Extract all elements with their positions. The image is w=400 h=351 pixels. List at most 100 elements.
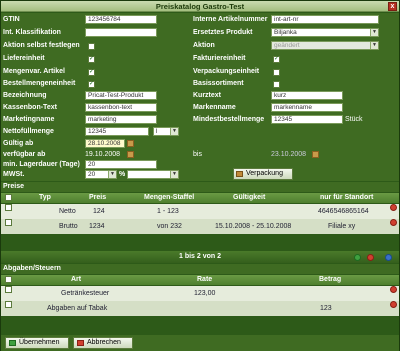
basis-checkbox[interactable]: [273, 81, 280, 88]
product-form: GTIN 123456784 Int. Klassifikation Aktio…: [1, 13, 399, 181]
abgaben-table-empty-area: [1, 316, 399, 335]
netto-unit-select[interactable]: l ▼: [153, 127, 179, 136]
mindest-unit: Stück: [345, 116, 363, 123]
verfuegbar-value: 19.10.2008: [85, 151, 121, 158]
close-icon[interactable]: x: [388, 2, 397, 11]
bestellmenge-checkbox[interactable]: ✓: [88, 81, 95, 88]
verfuegbar-label: verfügbar ab: [3, 151, 46, 158]
col-betrag[interactable]: Betrag: [319, 275, 341, 285]
lagerdauer-label: min. Lagerdauer (Tage): [3, 161, 80, 168]
ersetztes-select[interactable]: Biljanka ▼: [271, 28, 379, 37]
dialog-footer: Übernehmen Abbrechen: [1, 335, 399, 351]
kassenbon-label: Kassenbon-Text: [3, 104, 57, 111]
bis-value: 23.10.2008: [271, 151, 307, 158]
col-art[interactable]: Art: [71, 275, 81, 285]
interne-field[interactable]: int-art-nr: [271, 15, 379, 24]
lagerdauer-field[interactable]: 20: [85, 160, 157, 169]
cell-staffel: 1 - 123: [157, 208, 179, 215]
bezeichnung-label: Bezeichnung: [3, 92, 47, 99]
abbrechen-button[interactable]: Abbrechen: [73, 337, 133, 349]
info-icon[interactable]: [385, 254, 392, 261]
cell-preis: 124: [93, 208, 105, 215]
liefereinheit-label: Liefereinheit: [3, 55, 45, 62]
liefereinheit-checkbox[interactable]: ✓: [88, 56, 95, 63]
aktion-label: Aktion: [193, 42, 215, 49]
col-rate[interactable]: Rate: [197, 275, 212, 285]
col-typ[interactable]: Typ: [39, 193, 51, 203]
col-gueltig[interactable]: Gültigkeit: [233, 193, 265, 203]
abbrechen-label: Abbrechen: [87, 339, 121, 346]
cell-rate: 123,00: [194, 290, 216, 297]
chevron-down-icon: ▼: [370, 42, 378, 49]
mwst-select[interactable]: 20 ▼: [85, 170, 117, 179]
calendar-icon[interactable]: [312, 151, 319, 158]
cell-typ: Brutto: [59, 223, 78, 230]
mwst-type-select[interactable]: ▼: [127, 170, 179, 179]
uebernehmen-label: Übernehmen: [19, 339, 60, 346]
row-checkbox[interactable]: [5, 301, 12, 308]
netto-field[interactable]: 12345: [85, 127, 149, 136]
ersetztes-value: Biljanka: [274, 29, 297, 36]
mindest-field[interactable]: 12345: [271, 115, 343, 124]
preise-pager: 1 bis 2 von 2: [1, 251, 399, 263]
delete-icon[interactable]: [390, 219, 397, 226]
aktion-select[interactable]: geändert ▼: [271, 41, 379, 50]
netto-label: Nettofüllmenge: [3, 128, 54, 135]
add-icon[interactable]: [354, 254, 361, 261]
calendar-icon[interactable]: [127, 151, 134, 158]
aktion-value: geändert: [274, 42, 300, 49]
table-row[interactable]: Brutto 1234 von 232 15.10.2008 - 25.10.2…: [1, 219, 399, 234]
mwst-value: 20: [88, 171, 96, 178]
calendar-icon[interactable]: [127, 140, 134, 147]
delete-icon[interactable]: [367, 254, 374, 261]
select-all-checkbox[interactable]: [5, 276, 12, 283]
uebernehmen-button[interactable]: Übernehmen: [5, 337, 69, 349]
window-title: Preiskatalog Gastro-Test x: [1, 1, 399, 12]
cancel-icon: [77, 340, 84, 346]
verpackung-button[interactable]: Verpackung: [233, 168, 293, 180]
table-row[interactable]: Netto 124 1 - 123 4646546865164: [1, 204, 399, 219]
delete-icon[interactable]: [390, 301, 397, 308]
kurztext-field[interactable]: kurz: [271, 91, 343, 100]
mengenvar-label: Mengenvar. Artikel: [3, 68, 65, 75]
table-row[interactable]: Getränkesteuer 123,00: [1, 286, 399, 301]
col-staffel[interactable]: Mengen-Staffel: [144, 193, 194, 203]
gtin-field[interactable]: 123456784: [85, 15, 157, 24]
table-row[interactable]: Abgaben auf Tabak 123: [1, 301, 399, 316]
mindest-label: Mindestbestellmenge: [193, 116, 265, 123]
chevron-down-icon: ▼: [370, 29, 378, 36]
preise-table-header: Typ Preis Mengen-Staffel Gültigkeit nur …: [1, 193, 399, 203]
chevron-down-icon: ▼: [170, 171, 178, 178]
bezeichnung-field[interactable]: Pricat-Test-Produkt: [85, 91, 157, 100]
row-checkbox[interactable]: [5, 204, 12, 211]
int-klass-label: Int. Klassifikation: [3, 29, 61, 36]
delete-icon[interactable]: [390, 286, 397, 293]
cell-gueltig: 15.10.2008 - 25.10.2008: [215, 223, 292, 230]
mwst-unit: %: [119, 171, 126, 178]
marken-field[interactable]: markenname: [271, 103, 343, 112]
fakturier-checkbox[interactable]: ✓: [273, 56, 280, 63]
netto-unit-value: l: [156, 128, 158, 135]
cell-art: Abgaben auf Tabak: [47, 305, 108, 312]
col-preis[interactable]: Preis: [89, 193, 106, 203]
aktion-selbst-checkbox[interactable]: [88, 43, 95, 50]
row-checkbox[interactable]: [5, 286, 12, 293]
mengenvar-checkbox[interactable]: ✓: [88, 69, 95, 76]
chevron-down-icon: ▼: [170, 128, 178, 135]
bestellmenge-label: Bestellmengeneinheit: [3, 80, 76, 87]
verpackung-label: Verpackungseinheit: [193, 68, 260, 75]
delete-icon[interactable]: [390, 204, 397, 211]
kassenbon-field[interactable]: kassenbon-text: [85, 103, 157, 112]
marketing-field[interactable]: marketing: [85, 115, 157, 124]
preise-table-empty-area: [1, 234, 399, 251]
cell-art: Getränkesteuer: [61, 290, 110, 297]
marken-label: Markenname: [193, 104, 236, 111]
gueltig-field[interactable]: 28.10.2008: [85, 139, 125, 148]
verpackung-checkbox[interactable]: [273, 69, 280, 76]
gtin-label: GTIN: [3, 16, 20, 23]
row-checkbox[interactable]: [5, 219, 12, 226]
col-standort[interactable]: nur für Standort: [320, 193, 373, 203]
aktion-selbst-label: Aktion selbst festlegen: [3, 42, 80, 49]
select-all-checkbox[interactable]: [5, 194, 12, 201]
int-klass-field[interactable]: [85, 28, 157, 37]
